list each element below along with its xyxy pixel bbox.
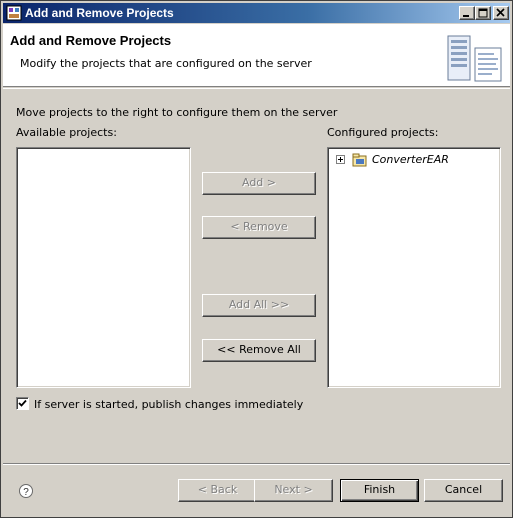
available-projects-list[interactable] xyxy=(16,147,191,388)
wizard-banner: Add and Remove Projects Modify the proje… xyxy=(3,24,510,87)
publish-immediately-label[interactable]: If server is started, publish changes im… xyxy=(34,398,303,411)
instructions-text: Move projects to the right to configure … xyxy=(16,106,338,119)
minimize-button[interactable] xyxy=(459,6,475,20)
cancel-button[interactable]: Cancel xyxy=(424,479,503,502)
minimize-icon xyxy=(463,15,469,17)
next-button[interactable]: Next > xyxy=(254,479,333,502)
back-button[interactable]: < Back xyxy=(178,479,257,502)
add-button[interactable]: Add > xyxy=(202,172,316,195)
app-icon xyxy=(6,5,22,21)
close-icon xyxy=(496,8,505,17)
window-title: Add and Remove Projects xyxy=(25,6,174,20)
maximize-button[interactable] xyxy=(475,6,491,20)
publish-immediately-checkbox[interactable] xyxy=(16,397,29,410)
banner-separator xyxy=(3,88,510,89)
add-all-button[interactable]: Add All >> xyxy=(202,294,316,317)
close-button[interactable] xyxy=(493,6,509,20)
available-projects-label: Available projects: xyxy=(16,126,117,139)
configured-projects-list[interactable]: ConverterEAR xyxy=(327,147,501,388)
help-icon[interactable]: ? xyxy=(18,483,34,499)
expand-icon[interactable] xyxy=(336,155,345,164)
banner-title: Add and Remove Projects xyxy=(10,33,172,48)
tree-item-label: ConverterEAR xyxy=(372,153,449,166)
banner-description: Modify the projects that are configured … xyxy=(20,57,312,70)
checkmark-icon xyxy=(18,399,27,407)
remove-all-button[interactable]: << Remove All xyxy=(202,339,316,362)
remove-button[interactable]: < Remove xyxy=(202,216,316,239)
title-bar[interactable]: Add and Remove Projects xyxy=(3,3,510,23)
configured-projects-label: Configured projects: xyxy=(327,126,439,139)
finish-button[interactable]: Finish xyxy=(340,479,419,502)
ear-project-icon xyxy=(352,153,367,167)
server-wizard-icon xyxy=(447,35,502,82)
footer-separator xyxy=(3,463,510,465)
svg-text:?: ? xyxy=(23,487,29,498)
maximize-icon xyxy=(478,8,488,18)
add-remove-projects-dialog: Add and Remove Projects Add and Remove P… xyxy=(0,0,513,518)
